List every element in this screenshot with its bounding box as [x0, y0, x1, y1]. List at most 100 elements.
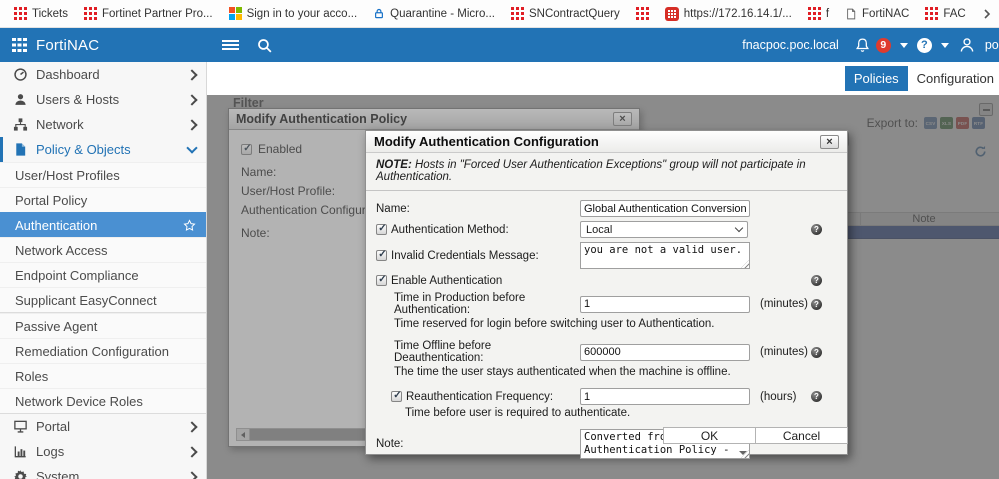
portal-icon [13, 419, 28, 434]
sidebar-item-dashboard[interactable]: Dashboard [0, 62, 206, 87]
bookmark-item[interactable]: Tickets [14, 7, 68, 20]
menu-icon[interactable] [222, 40, 239, 50]
chevron-right-icon [188, 448, 196, 456]
modal-note-banner: NOTE: Hosts in "Forced User Authenticati… [366, 153, 847, 191]
help-icon[interactable] [811, 275, 822, 286]
bookmark-item[interactable]: https://172.16.14.1/... [665, 7, 792, 21]
bookmark-item[interactable]: SNContractQuery [511, 7, 620, 20]
help-icon[interactable] [811, 347, 822, 358]
app-title: FortiNAC [36, 37, 99, 54]
server-name: fnacpoc.poc.local [742, 38, 839, 52]
help-icon[interactable] [811, 391, 822, 402]
time-in-production-helper-text: Time reserved for login before switching… [376, 318, 837, 330]
invalid-credentials-message-checkbox[interactable] [376, 250, 387, 261]
sidebar-item-label: Passive Agent [15, 319, 97, 334]
bookmark-item[interactable]: Fortinet Partner Pro... [84, 7, 213, 20]
bookmark-label: https://172.16.14.1/... [684, 8, 792, 20]
chevron-right-icon [188, 423, 196, 431]
overflow-chevron-icon [982, 8, 992, 20]
bookmark-item[interactable] [636, 7, 649, 20]
sidebar-item-user-host-profiles[interactable]: User/Host Profiles [0, 162, 206, 187]
sidebar-item-label: Portal Policy [15, 193, 87, 208]
sidebar-item-label: Supplicant EasyConnect [15, 293, 157, 308]
sidebar-item-portal[interactable]: Portal [0, 414, 206, 439]
logs-icon [13, 444, 28, 459]
sidebar-item-remediation-configuration[interactable]: Remediation Configuration [0, 338, 206, 363]
sidebar-item-authentication[interactable]: Authentication [0, 212, 206, 237]
chevron-down-icon [188, 147, 196, 152]
time-offline-input[interactable] [580, 344, 750, 361]
invalid-credentials-message-textarea[interactable] [580, 242, 750, 269]
sidebar-item-label: System [36, 469, 79, 479]
ok-button[interactable]: OK [663, 427, 756, 444]
close-icon[interactable] [820, 135, 839, 149]
chevron-down-icon[interactable] [900, 43, 908, 48]
fortinet-icon [84, 7, 97, 20]
chevron-down-icon[interactable] [941, 43, 949, 48]
field-row-invalid-credentials-message: Invalid Credentials Message: [376, 242, 837, 269]
sidebar-item-users-hosts[interactable]: Users & Hosts [0, 87, 206, 112]
cancel-button[interactable]: Cancel [755, 427, 848, 444]
bookmark-label: Tickets [32, 8, 68, 20]
sidebar-item-roles[interactable]: Roles [0, 363, 206, 388]
time-in-production-label: Time in Production before Authentication… [394, 292, 580, 316]
sidebar-item-label: Policy & Objects [36, 142, 131, 157]
name-input[interactable] [580, 200, 750, 217]
sidebar-item-portal-policy[interactable]: Portal Policy [0, 187, 206, 212]
search-icon[interactable] [256, 37, 273, 59]
sidebar-item-network-access[interactable]: Network Access [0, 237, 206, 262]
help-icon[interactable] [917, 38, 932, 53]
field-row-authentication-method: Authentication Method:Local [376, 221, 837, 238]
sidebar-item-supplicant-easyconnect[interactable]: Supplicant EasyConnect [0, 287, 206, 312]
time-in-production-input[interactable] [580, 296, 750, 313]
bookmarks-overflow[interactable] [982, 8, 992, 20]
tab-configuration[interactable]: Configuration [908, 66, 999, 91]
sidebar-item-network-device-roles[interactable]: Network Device Roles [0, 388, 206, 413]
sidebar-item-label: Dashboard [36, 67, 100, 82]
notification-badge[interactable]: 9 [876, 38, 891, 53]
bookmark-item[interactable]: f [808, 7, 829, 20]
sidebar-item-label: Network Device Roles [15, 394, 143, 409]
fortinet-icon [925, 7, 938, 20]
user-icon[interactable] [958, 36, 976, 54]
authentication-method-select[interactable]: Local [580, 221, 748, 238]
sidebar-item-label: Users & Hosts [36, 92, 119, 107]
dialog-buttons: OK Cancel [663, 427, 848, 444]
enable-authentication-label: Enable Authentication [391, 275, 502, 287]
sidebar-item-label: Remediation Configuration [15, 344, 169, 359]
enable-authentication-checkbox[interactable] [376, 275, 387, 286]
work-area: Filter Export to: CSV XLS PDF RTF Note [207, 95, 999, 479]
star-icon [183, 219, 196, 232]
reauthentication-frequency-checkbox[interactable] [391, 391, 402, 402]
red-app-icon [665, 7, 679, 21]
help-icon[interactable] [811, 299, 822, 310]
sidebar-item-policy-objects[interactable]: Policy & Objects [0, 137, 206, 162]
content-header: Policies Configuration [207, 62, 999, 95]
bookmark-label: Quarantine - Micro... [390, 8, 495, 20]
authentication-method-checkbox[interactable] [376, 224, 387, 235]
field-row-reauthentication-frequency: Reauthentication Frequency:(hours) [376, 388, 837, 405]
tab-policies[interactable]: Policies [845, 66, 908, 91]
chevron-right-icon [188, 121, 196, 129]
sidebar-item-system[interactable]: System [0, 464, 206, 479]
field-row-enable-authentication: Enable Authentication [376, 273, 837, 288]
time-in-production-unit: (minutes) [756, 298, 808, 310]
bookmark-item[interactable]: FortiNAC [845, 7, 909, 21]
bell-icon[interactable] [854, 37, 871, 54]
sidebar-item-logs[interactable]: Logs [0, 439, 206, 464]
sidebar-item-network[interactable]: Network [0, 112, 206, 137]
bookmark-item[interactable]: FAC [925, 7, 965, 20]
bookmark-label: FAC [943, 8, 965, 20]
sidebar-item-label: Endpoint Compliance [15, 268, 139, 283]
sidebar-item-passive-agent[interactable]: Passive Agent [0, 313, 206, 338]
fortinac-logo-icon [12, 38, 27, 53]
sidebar-item-label: Network [36, 117, 84, 132]
fortinet-icon [636, 7, 649, 20]
reauthentication-frequency-input[interactable] [580, 388, 750, 405]
sidebar-item-endpoint-compliance[interactable]: Endpoint Compliance [0, 262, 206, 287]
help-icon[interactable] [811, 224, 822, 235]
policy-icon [13, 142, 28, 157]
bookmark-item[interactable]: Sign in to your acco... [229, 7, 358, 20]
reauthentication-frequency-unit: (hours) [756, 391, 808, 403]
bookmark-item[interactable]: Quarantine - Micro... [373, 7, 495, 20]
